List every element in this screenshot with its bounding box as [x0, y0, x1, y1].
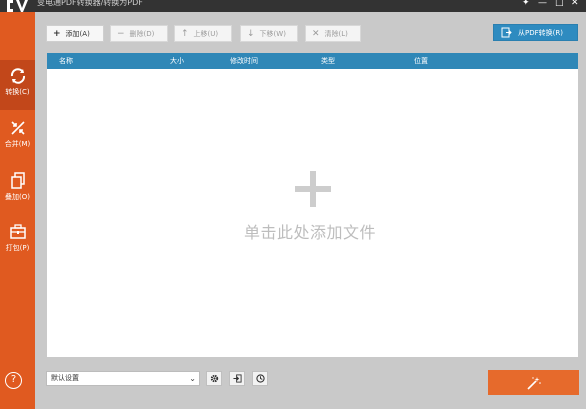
move-down-button-label: 下移(W) — [259, 29, 286, 38]
export-icon — [501, 27, 512, 38]
clock-icon — [255, 374, 265, 383]
empty-list-hint[interactable]: 单击此处添加文件 — [244, 219, 376, 243]
minus-icon: − — [117, 28, 125, 39]
move-up-button-label: 上移(U) — [193, 29, 219, 38]
maximize-button[interactable]: □ — [555, 0, 564, 9]
pin-icon[interactable]: ✦ — [522, 0, 530, 9]
clear-icon: ✕ — [312, 28, 320, 39]
sidebar: 转换(C) 合并(M) 叠加(O) 打包(P) ? — [0, 12, 35, 409]
plus-icon: + — [53, 28, 61, 39]
clear-button[interactable]: ✕ 清除(L) — [305, 25, 361, 42]
minimize-button[interactable]: — — [538, 0, 547, 9]
move-down-button[interactable]: ↓ 下移(W) — [240, 25, 298, 42]
convert-icon — [10, 68, 25, 84]
sidebar-item-label: 打包(P) — [5, 244, 30, 252]
title-bar: 变电通PDF转换器/转换为PDF ✦ — □ ✕ — [0, 0, 586, 12]
sidebar-item-package[interactable]: 打包(P) — [0, 216, 35, 266]
column-header-name[interactable]: 名称 — [59, 56, 73, 66]
close-button[interactable]: ✕ — [571, 0, 579, 9]
from-pdf-button-label: 从PDF转换(R) — [518, 28, 563, 37]
history-button[interactable] — [252, 371, 268, 386]
sidebar-item-merge[interactable]: 合并(M) — [0, 112, 35, 162]
arrow-down-icon: ↓ — [247, 28, 255, 39]
sidebar-item-label: 转换(C) — [5, 88, 30, 96]
file-list-header: 名称 大小 修改时间 类型 位置 — [47, 53, 578, 69]
preset-select[interactable]: 默认设置 ⌄ — [46, 371, 200, 386]
delete-button-label: 删除(D) — [129, 29, 155, 38]
add-button[interactable]: + 添加(A) — [46, 25, 104, 42]
sidebar-item-convert[interactable]: 转换(C) — [0, 60, 35, 110]
clear-button-label: 清除(L) — [324, 29, 348, 38]
from-pdf-button[interactable]: 从PDF转换(R) — [493, 24, 578, 41]
package-icon — [9, 224, 26, 239]
delete-button[interactable]: − 删除(D) — [110, 25, 168, 42]
column-header-type[interactable]: 类型 — [321, 56, 335, 66]
import-icon — [232, 374, 242, 383]
arrow-up-icon: ↑ — [181, 28, 189, 39]
column-header-modified[interactable]: 修改时间 — [230, 56, 258, 66]
column-header-location[interactable]: 位置 — [414, 56, 428, 66]
app-logo-icon — [7, 0, 28, 12]
chevron-down-icon: ⌄ — [189, 374, 196, 383]
merge-icon — [10, 121, 25, 135]
window-title: 变电通PDF转换器/转换为PDF — [37, 0, 143, 7]
add-button-label: 添加(A) — [65, 29, 90, 38]
sidebar-item-label: 叠加(O) — [5, 193, 30, 201]
start-convert-button[interactable] — [488, 370, 579, 395]
help-icon[interactable]: ? — [5, 372, 22, 389]
gear-icon — [210, 374, 218, 383]
settings-button[interactable] — [206, 371, 222, 386]
add-file-plus-icon-bar[interactable] — [295, 186, 331, 192]
sidebar-item-overlay[interactable]: 叠加(O) — [0, 164, 35, 214]
import-button[interactable] — [229, 371, 245, 386]
preset-select-value: 默认设置 — [51, 374, 79, 382]
sidebar-item-label: 合并(M) — [4, 140, 31, 148]
overlay-icon — [10, 172, 25, 189]
move-up-button[interactable]: ↑ 上移(U) — [174, 25, 232, 42]
column-header-size[interactable]: 大小 — [170, 56, 184, 66]
magic-wand-icon — [526, 376, 541, 390]
